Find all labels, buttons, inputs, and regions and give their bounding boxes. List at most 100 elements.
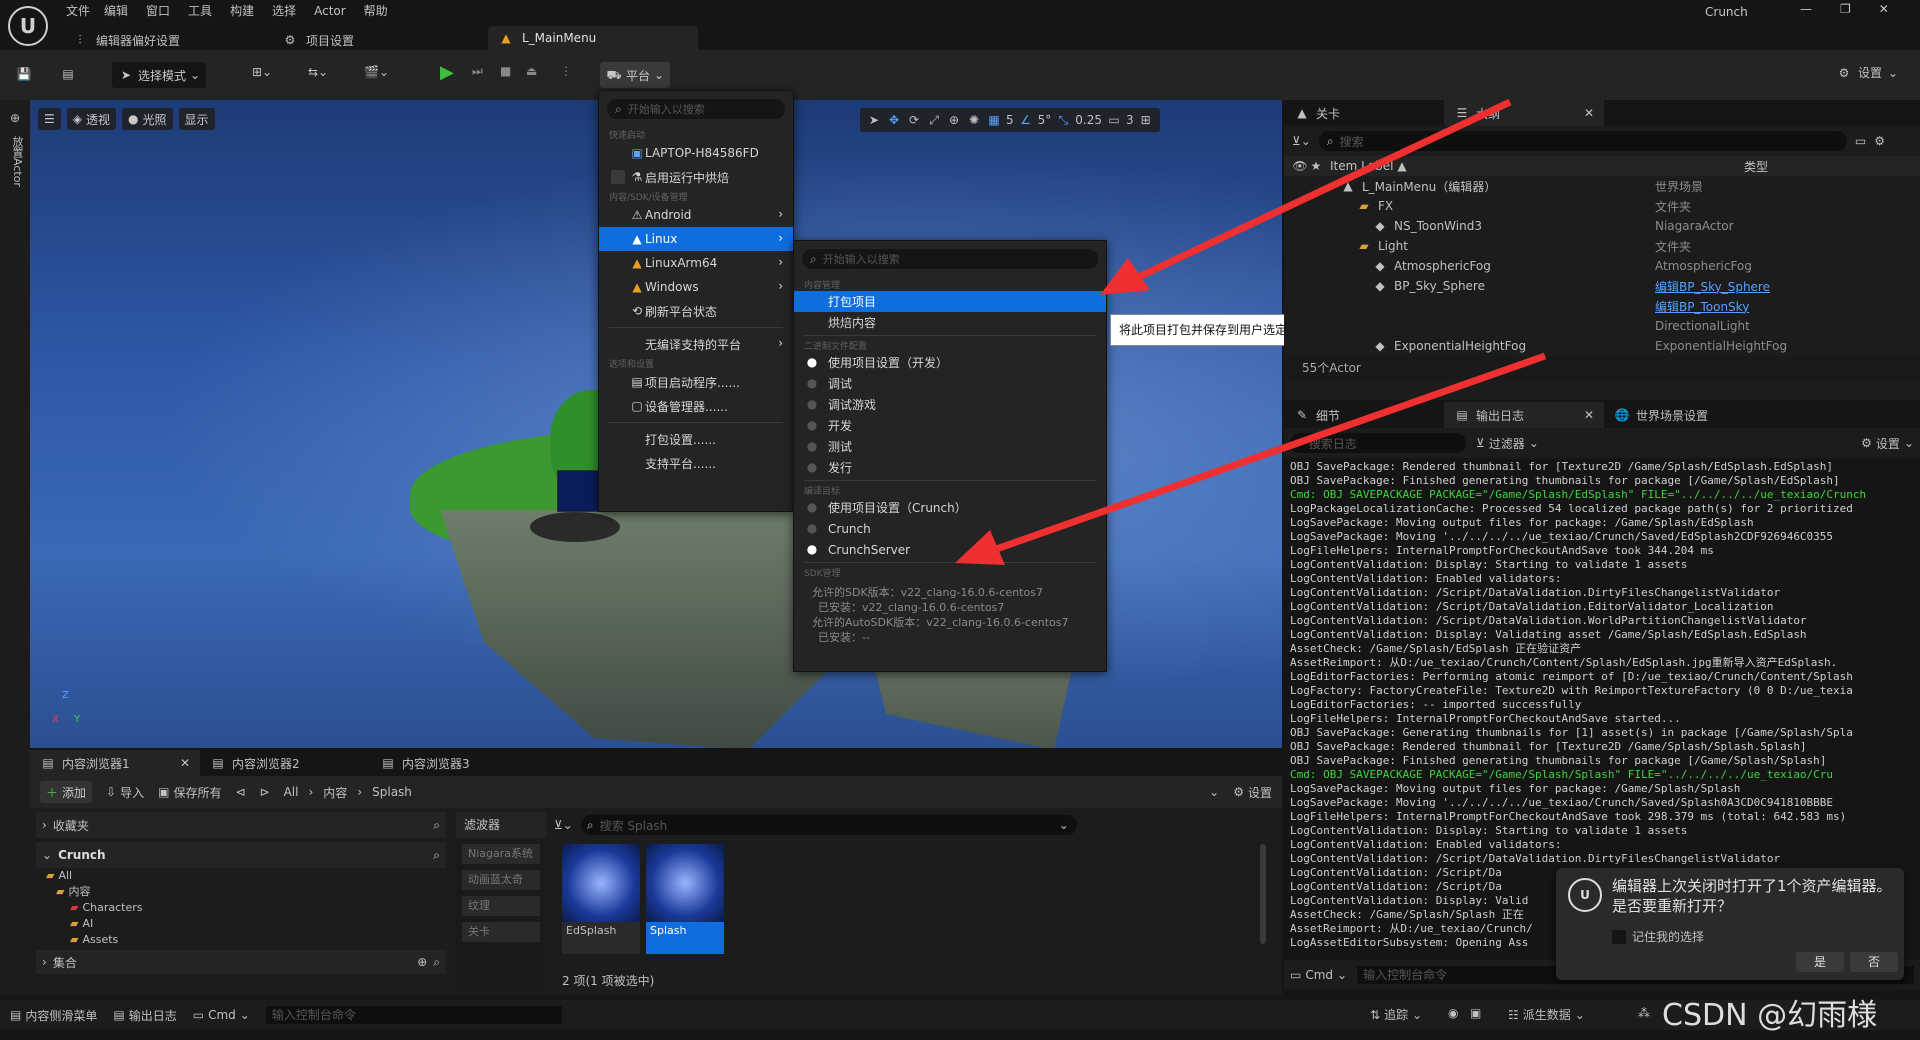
package-project-item[interactable]: 打包项目 xyxy=(794,291,1106,312)
status-cmd-selector[interactable]: ▭ Cmd ⌄ xyxy=(193,1008,250,1022)
cinematics-icon[interactable]: 🎬⌄ xyxy=(364,65,389,79)
tree-all[interactable]: ▰ All xyxy=(46,868,446,884)
tree-characters[interactable]: ▰ Characters xyxy=(46,900,446,916)
menu-file[interactable]: 文件 xyxy=(66,2,104,19)
linux-search[interactable]: ⌕ 开始输入以搜索 xyxy=(802,249,1098,269)
outliner-row[interactable]: 编辑BP_ToonSky xyxy=(1284,296,1920,316)
tab-level[interactable]: ▲ 关卡 xyxy=(1284,100,1444,126)
trace-button[interactable]: ⇅ 追踪 ⌄ xyxy=(1370,1006,1422,1023)
binary-option-project[interactable]: ● 使用项目设置（开发） xyxy=(794,352,1106,373)
supported-platforms-item[interactable]: 支持平台...... xyxy=(599,451,793,475)
scale-snap-icon[interactable]: ⤡ xyxy=(1055,112,1071,128)
grid-snap-icon[interactable]: ▦ xyxy=(986,112,1002,128)
place-actor-icon[interactable]: ⊕ xyxy=(7,110,23,126)
layout-icon[interactable]: ⊞ xyxy=(1138,112,1154,128)
cook-content-item[interactable]: 烘焙内容 xyxy=(794,312,1106,333)
packaging-settings-item[interactable]: 打包设置...... xyxy=(599,427,793,451)
select-icon[interactable]: ➤ xyxy=(866,112,882,128)
col-type[interactable]: 类型 xyxy=(1744,158,1768,175)
select-mode-button[interactable]: ➤ 选择模式 ⌄ xyxy=(112,62,207,88)
platform-android[interactable]: ⚠ Android › xyxy=(599,203,793,227)
surface-snap-icon[interactable]: ✺ xyxy=(966,112,982,128)
target-option-crunch[interactable]: ● Crunch xyxy=(794,518,1106,539)
tab-outliner[interactable]: ☰ 大纲 ✕ xyxy=(1444,100,1604,126)
tree-ai[interactable]: ▰ AI xyxy=(46,916,446,932)
camera-icon[interactable]: ▣ xyxy=(1470,1006,1481,1020)
breadcrumb-content[interactable]: 内容 xyxy=(323,784,347,801)
filter-texture[interactable]: 纹理 xyxy=(462,896,540,916)
filter-icon[interactable]: ⊻⌄ xyxy=(554,818,573,832)
collections-header[interactable]: › 集合 ⊕ ⌕ xyxy=(36,950,446,974)
outliner-row[interactable]: DirectionalLight xyxy=(1284,316,1920,336)
binary-option-debug[interactable]: ● 调试 xyxy=(794,373,1106,394)
breadcrumb-all[interactable]: All xyxy=(284,785,299,799)
tree-assets[interactable]: ▰ Assets xyxy=(46,932,446,948)
filter-montage[interactable]: 动画蓝太奇 xyxy=(462,870,540,890)
lit-button[interactable]: ● 光照 xyxy=(122,108,173,130)
chevron-down-icon[interactable]: ⌄ xyxy=(1209,785,1219,799)
move-icon[interactable]: ✥ xyxy=(886,112,902,128)
asset-search-input[interactable]: ⌕ 搜索 Splash ⌄ xyxy=(580,815,1077,835)
menu-build[interactable]: 构建 xyxy=(230,2,272,19)
filter-button[interactable]: ⊻ 过滤器 ⌄ xyxy=(1476,435,1539,452)
device-manager-item[interactable]: ▢ 设备管理器...... xyxy=(599,394,793,418)
browse-icon[interactable]: ▤ xyxy=(60,66,76,82)
settings-button[interactable]: ⚙ 设置 ⌄ xyxy=(1836,64,1898,81)
binary-option-shipping[interactable]: ● 发行 xyxy=(794,457,1106,478)
tab-content-browser-2[interactable]: ▤ 内容浏览器2 xyxy=(200,750,370,776)
show-button[interactable]: 显示 xyxy=(178,108,215,130)
tab-output-log[interactable]: ▤ 输出日志 ✕ xyxy=(1444,402,1604,428)
platform-windows[interactable]: ▲ Windows › xyxy=(599,275,793,299)
angle-snap-value[interactable]: 5° xyxy=(1038,113,1052,127)
close-icon[interactable]: ✕ xyxy=(1584,408,1594,422)
derived-data-button[interactable]: ☷ 派生数据 ⌄ xyxy=(1508,1006,1585,1023)
save-icon[interactable]: 💾 xyxy=(16,66,32,82)
search-icon[interactable]: ⌕ xyxy=(433,955,440,970)
project-header[interactable]: ⌄ Crunch ⌕ xyxy=(36,842,446,868)
enable-cook-item[interactable]: ⚗ 启用运行中烘焙 xyxy=(599,165,793,189)
outliner-row-type[interactable]: 编辑BP_ToonSky xyxy=(1655,298,1749,315)
content-drawer-button[interactable]: ▤ 内容侧滑菜单 xyxy=(10,1007,97,1024)
asset-scrollbar[interactable] xyxy=(1260,844,1266,944)
gear-icon[interactable]: ⚙ xyxy=(1874,134,1885,148)
menu-window[interactable]: 窗口 xyxy=(146,2,188,19)
target-option-project[interactable]: ● 使用项目设置（Crunch） xyxy=(794,497,1106,518)
tab-details[interactable]: ✎ 细节 xyxy=(1284,402,1444,428)
unreal-logo[interactable]: U xyxy=(8,6,48,46)
source-control-icon[interactable]: ⁂ xyxy=(1638,1006,1650,1020)
asset-tile-edsplash[interactable]: EdSplash xyxy=(562,844,640,954)
unsupported-platforms-item[interactable]: 无编译支持的平台 › xyxy=(599,332,793,356)
perspective-button[interactable]: ◈ 透视 xyxy=(66,108,117,130)
forward-icon[interactable]: ⊳ xyxy=(260,785,270,799)
eject-icon[interactable]: ⏏ xyxy=(526,64,537,78)
notify-yes-button[interactable]: 是 xyxy=(1796,952,1844,972)
platform-linux[interactable]: ▲ Linux › xyxy=(599,227,793,251)
tab-content-browser-1[interactable]: ▤ 内容浏览器1 ✕ xyxy=(30,750,200,776)
platform-button[interactable]: ⛟ 平台 ⌄ xyxy=(600,62,671,88)
enable-cook-checkbox[interactable] xyxy=(611,170,625,184)
outliner-row-type[interactable]: 编辑BP_Sky_Sphere xyxy=(1655,278,1770,295)
viewport-menu-button[interactable]: ☰ xyxy=(38,108,61,130)
place-actors-label[interactable]: 放置Actor xyxy=(9,136,25,187)
cb-settings-button[interactable]: ⚙ 设置 xyxy=(1233,784,1272,801)
favorites-header[interactable]: › 收藏夹 ⌕ xyxy=(36,812,446,838)
status-output-log-button[interactable]: ▤ 输出日志 xyxy=(113,1007,176,1024)
record-icon[interactable]: ◉ xyxy=(1448,1006,1458,1020)
col-item-label[interactable]: Item Label ▲ xyxy=(1330,159,1407,173)
play-icon[interactable]: ▶ xyxy=(440,62,454,83)
project-launcher-item[interactable]: ▤ 项目启动程序...... xyxy=(599,370,793,394)
add-collection-icon[interactable]: ⊕ xyxy=(417,955,427,969)
asset-tile-splash[interactable]: Splash xyxy=(646,844,724,954)
import-button[interactable]: ⇩ 导入 xyxy=(106,784,144,801)
device-item[interactable]: ▣ LAPTOP-H84586FD xyxy=(599,141,793,165)
outliner-search-input[interactable]: ⌕ 搜索 xyxy=(1318,131,1847,151)
log-settings-button[interactable]: ⚙ 设置 ⌄ xyxy=(1861,435,1914,452)
more-options-icon[interactable]: ⋮ xyxy=(560,64,572,78)
platform-linuxarm64[interactable]: ▲ LinuxArm64 › xyxy=(599,251,793,275)
level-tab[interactable]: ▲ L_MainMenu xyxy=(488,26,698,50)
menu-edit[interactable]: 编辑 xyxy=(104,2,146,19)
save-all-button[interactable]: ▣ 保存所有 xyxy=(158,784,221,801)
restore-icon[interactable]: ❐ xyxy=(1840,2,1851,16)
close-window-icon[interactable]: ✕ xyxy=(1879,2,1889,16)
filter-level[interactable]: 关卡 xyxy=(462,922,540,942)
